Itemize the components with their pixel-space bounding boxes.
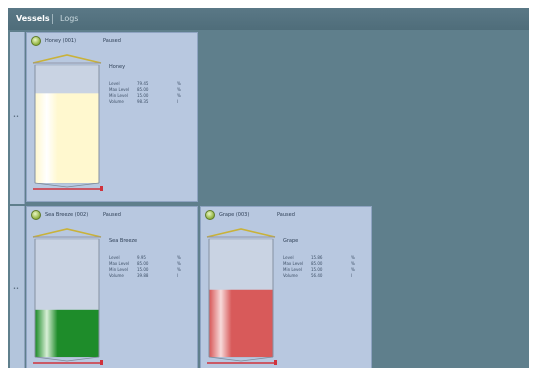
reading-value: 56.40 <box>311 273 323 278</box>
row-strip-1: •• <box>10 32 25 204</box>
reading-value: 39.88 <box>137 273 149 278</box>
tab-separator <box>52 14 53 24</box>
tank-liquid <box>209 289 273 357</box>
vessel-monitor-app: Vessels Logs •• •• Honey (001) Paused Ho… <box>8 8 529 368</box>
row-label: •• <box>13 114 19 120</box>
reading-label: Volume <box>283 273 298 278</box>
tank-cone <box>34 356 100 362</box>
tank-graphic <box>32 228 103 365</box>
readings-list: Level 9.95 % Max Level 85.00 % Min Level… <box>109 255 189 279</box>
tank-cone <box>34 182 100 188</box>
product-label: Grape <box>283 238 299 244</box>
tank-liquid <box>35 309 99 357</box>
vessel-header: Grape (003) Paused <box>201 207 371 223</box>
reading-label: Volume <box>109 273 124 278</box>
tab-logs[interactable]: Logs <box>60 13 78 25</box>
tank-liquid <box>35 93 99 183</box>
tank-graphic <box>206 228 277 365</box>
tank-valve-icon <box>274 360 277 365</box>
reading-value: 98.35 <box>137 99 149 104</box>
product-label: Honey <box>109 64 126 70</box>
tank-valve-icon <box>100 186 103 191</box>
reading-unit: l <box>177 99 179 104</box>
vessel-card[interactable]: Honey (001) Paused Honey Level 79.45 % M… <box>26 32 198 202</box>
tank-graphic <box>32 54 103 191</box>
tab-vessels[interactable]: Vessels <box>16 13 50 25</box>
vessel-card[interactable]: Grape (003) Paused Grape Level 15.86 % M… <box>200 206 372 368</box>
reading-row-volume: Volume 39.88 l <box>109 273 189 279</box>
reading-unit: l <box>177 273 179 278</box>
reading-row-volume: Volume 98.35 l <box>109 99 189 105</box>
tab-bar: Vessels Logs <box>8 8 529 30</box>
status-ok-icon <box>31 36 41 46</box>
vessel-status: Paused <box>103 212 121 218</box>
product-label: Sea Breeze <box>109 238 138 244</box>
vessel-header: Honey (001) Paused <box>27 33 197 49</box>
vessel-name: Grape (003) <box>219 212 250 218</box>
tank-roof <box>32 228 102 238</box>
tank-roof <box>206 228 276 238</box>
reading-row-volume: Volume 56.40 l <box>283 273 363 279</box>
vessel-card[interactable]: Sea Breeze (002) Paused Sea Breeze Level… <box>26 206 198 368</box>
row-strip-2: •• <box>10 206 25 368</box>
reading-unit: l <box>351 273 353 278</box>
vessel-status: Paused <box>277 212 295 218</box>
readings-list: Level 79.45 % Max Level 85.00 % Min Leve… <box>109 81 189 105</box>
reading-label: Volume <box>109 99 124 104</box>
vessel-name: Honey (001) <box>45 38 77 44</box>
vessel-status: Paused <box>103 38 121 44</box>
vessel-name: Sea Breeze (002) <box>45 212 89 218</box>
vessel-header: Sea Breeze (002) Paused <box>27 207 197 223</box>
tank-cone <box>208 356 274 362</box>
tank-valve-icon <box>100 360 103 365</box>
status-ok-icon <box>205 210 215 220</box>
readings-list: Level 15.86 % Max Level 85.00 % Min Leve… <box>283 255 363 279</box>
tank-roof <box>32 54 102 64</box>
status-ok-icon <box>31 210 41 220</box>
row-label: •• <box>13 286 19 292</box>
